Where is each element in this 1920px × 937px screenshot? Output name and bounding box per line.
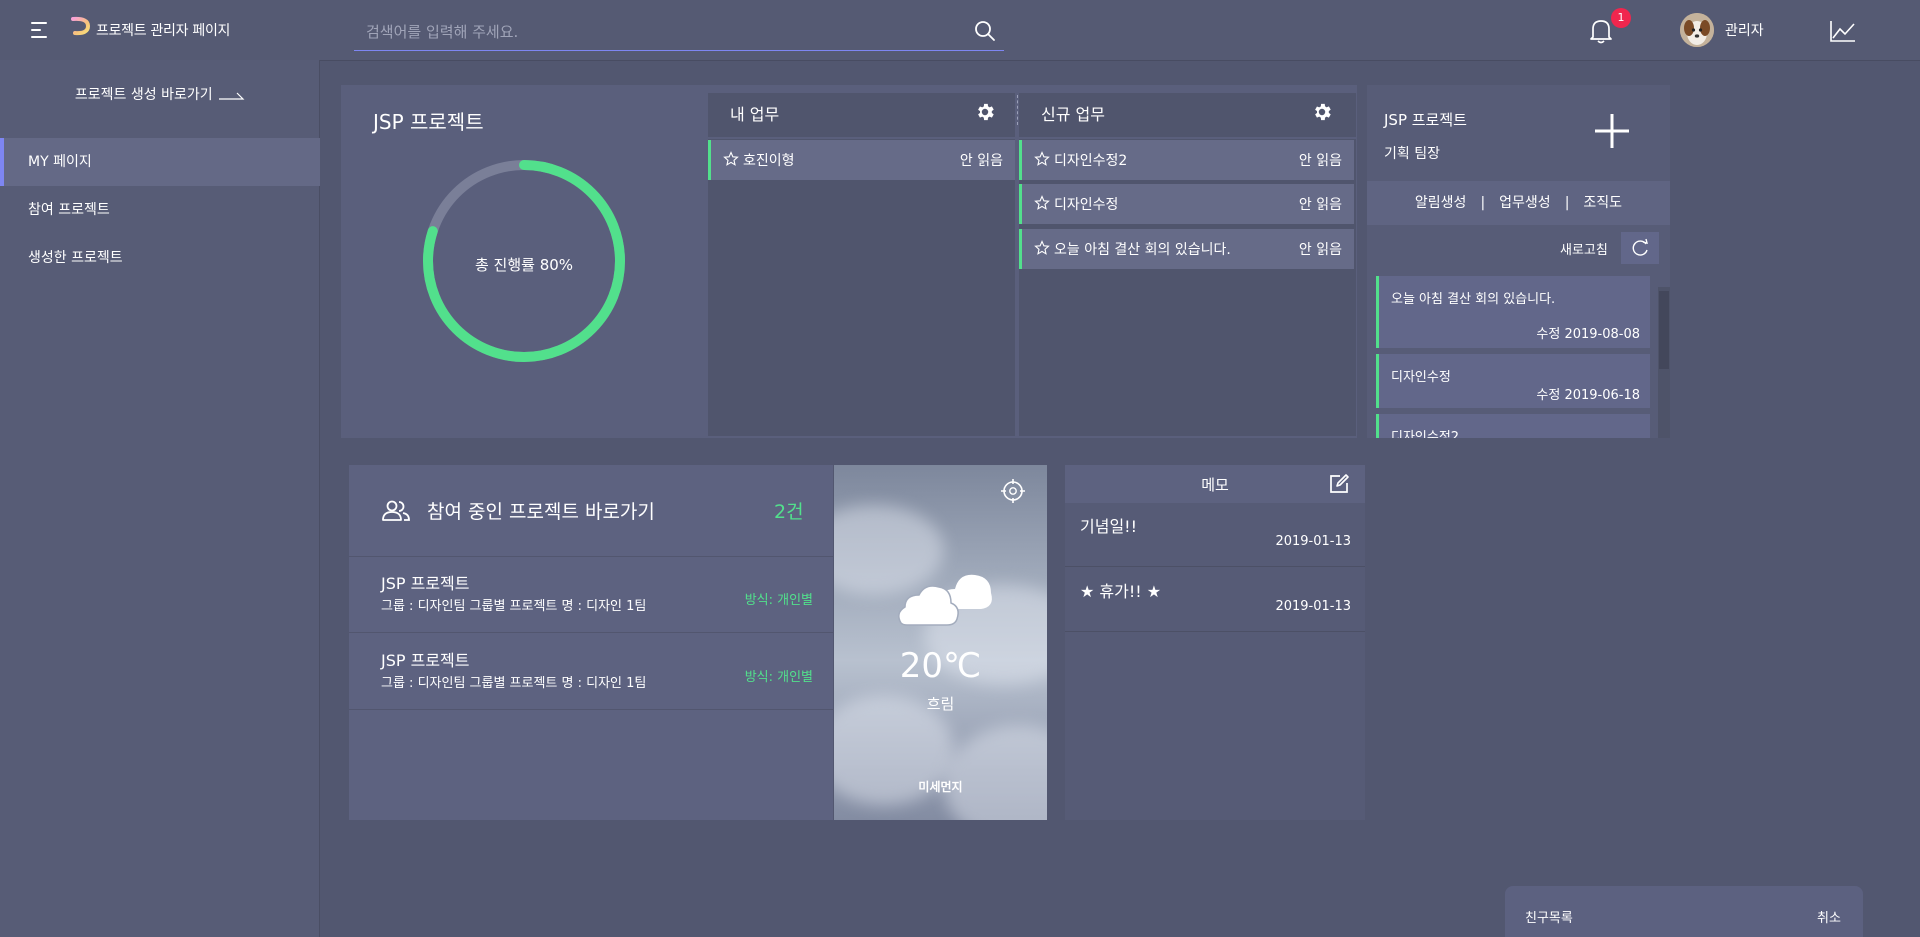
weather-condition: 흐림: [926, 695, 955, 713]
location-icon[interactable]: [1000, 478, 1026, 504]
task-name: 오늘 아침 결산 회의 있습니다.: [1054, 242, 1231, 258]
quick-create-link[interactable]: 프로젝트 생성 바로가기: [0, 84, 320, 104]
divider: [349, 632, 833, 633]
new-work-title: 신규 업무: [1041, 105, 1105, 124]
notice-text: 디자인수정: [1391, 370, 1451, 385]
add-icon[interactable]: [1594, 113, 1630, 149]
logo-icon[interactable]: [70, 15, 92, 45]
my-work-list: 호진이형 안 읽음: [708, 139, 1015, 436]
friends-title: 친구목록: [1525, 911, 1573, 926]
my-work-header: 내 업무: [708, 93, 1015, 137]
search-icon[interactable]: [974, 20, 996, 42]
task-status: 안 읽음: [959, 153, 1003, 169]
task-status: 안 읽음: [1298, 153, 1342, 169]
friends-cancel-button[interactable]: 취소: [1817, 907, 1841, 926]
project-desc: 그룹 : 디자인팀 그룹별 프로젝트 명 : 디자인 1팀: [381, 599, 647, 614]
weather-widget: [834, 465, 1047, 820]
user-name[interactable]: 관리자: [1725, 20, 1764, 40]
memo-item[interactable]: 기념일!! 2019-01-13: [1065, 503, 1365, 567]
task-item[interactable]: 호진이형 안 읽음: [708, 140, 1015, 180]
search-input[interactable]: [366, 21, 956, 43]
task-name: 호진이형: [743, 153, 795, 169]
scrollbar-thumb[interactable]: [1659, 291, 1669, 369]
sidebar-item-my-page[interactable]: MY 페이지: [0, 138, 320, 186]
refresh-button[interactable]: [1621, 232, 1659, 264]
memo-text: 기념일!!: [1080, 517, 1137, 536]
cloud-icon: [895, 567, 995, 631]
arrow-right-icon: [219, 88, 245, 100]
chart-icon[interactable]: [1829, 19, 1857, 43]
task-name: 디자인수정: [1054, 197, 1119, 213]
sidebar-item-label: MY 페이지: [28, 154, 92, 170]
notice-text: 오늘 아침 결산 회의 있습니다.: [1391, 292, 1556, 307]
task-item[interactable]: 디자인수정2 안 읽음: [1019, 140, 1354, 180]
bell-icon[interactable]: [1588, 17, 1614, 45]
memo-title: 메모: [1201, 476, 1229, 494]
org-chart-link[interactable]: 조직도: [1583, 195, 1622, 211]
task-name: 디자인수정2: [1054, 153, 1128, 169]
project-name: JSP 프로젝트: [381, 651, 470, 670]
search-bar: [354, 13, 1004, 51]
memo-item[interactable]: ★ 휴가!! ★ 2019-01-13: [1065, 568, 1365, 632]
create-notice-link[interactable]: 알림생성: [1415, 195, 1467, 211]
sidebar-item-created[interactable]: 생성한 프로젝트: [0, 234, 320, 282]
brand-title[interactable]: 프로젝트 관리자 페이지: [96, 20, 230, 40]
avatar[interactable]: [1680, 13, 1714, 47]
project-row[interactable]: JSP 프로젝트 그룹 : 디자인팀 그룹별 프로젝트 명 : 디자인 1팀 방…: [349, 557, 833, 632]
edit-icon[interactable]: [1328, 473, 1350, 495]
task-item[interactable]: 오늘 아침 결산 회의 있습니다. 안 읽음: [1019, 229, 1354, 269]
participating-title: 참여 중인 프로젝트 바로가기: [427, 501, 655, 523]
sidebar-item-label: 참여 프로젝트: [28, 202, 110, 218]
gear-icon[interactable]: [974, 101, 996, 123]
temperature: 20℃: [899, 646, 982, 686]
divider: [349, 709, 833, 710]
project-mode: 방식: 개인별: [744, 593, 813, 608]
my-work-title: 내 업무: [730, 105, 780, 124]
progress-label: 총 진행률 80%: [474, 256, 574, 274]
task-status: 안 읽음: [1298, 242, 1342, 258]
project-title: JSP 프로젝트: [373, 110, 484, 134]
sidebar-item-participating[interactable]: 참여 프로젝트: [0, 186, 320, 234]
create-task-link[interactable]: 업무생성: [1499, 195, 1551, 211]
refresh-icon: [1632, 238, 1648, 256]
star-icon[interactable]: [1034, 195, 1050, 211]
task-status: 안 읽음: [1298, 197, 1342, 213]
quick-create-label: 프로젝트 생성 바로가기: [74, 87, 213, 103]
memo-text: ★ 휴가!! ★: [1080, 582, 1162, 601]
memo-date: 2019-01-13: [1275, 534, 1351, 549]
project-desc: 그룹 : 디자인팀 그룹별 프로젝트 명 : 디자인 1팀: [381, 676, 647, 691]
side-role: 기획 팀장: [1384, 146, 1440, 162]
side-project-title: JSP 프로젝트: [1384, 111, 1467, 129]
refresh-label: 새로고침: [1560, 243, 1608, 258]
menu-icon[interactable]: [31, 22, 49, 38]
fine-dust-label[interactable]: 미세먼지: [834, 778, 1047, 795]
sidebar-item-label: 생성한 프로젝트: [28, 250, 123, 266]
notice-date: 수정 2019-06-18: [1536, 388, 1640, 403]
project-row[interactable]: JSP 프로젝트 그룹 : 디자인팀 그룹별 프로젝트 명 : 디자인 1팀 방…: [349, 634, 833, 709]
project-name: JSP 프로젝트: [381, 574, 470, 593]
task-item[interactable]: 디자인수정 안 읽음: [1019, 184, 1354, 224]
new-work-header: 신규 업무: [1019, 93, 1356, 137]
notice-item[interactable]: 디자인수정 수정 2019-06-18: [1376, 354, 1650, 408]
project-mode: 방식: 개인별: [744, 670, 813, 685]
memo-date: 2019-01-13: [1275, 599, 1351, 614]
users-icon: [382, 500, 410, 522]
notice-date: 수정 2019-08-08: [1536, 327, 1640, 342]
star-icon[interactable]: [1034, 151, 1050, 167]
star-icon[interactable]: [723, 151, 739, 167]
star-icon[interactable]: [1034, 240, 1050, 256]
link-separator: |: [1564, 195, 1570, 211]
gear-icon[interactable]: [1311, 101, 1333, 123]
participating-count: 2건: [774, 501, 804, 523]
notification-badge[interactable]: 1: [1611, 8, 1631, 28]
notice-item[interactable]: 디자인수정2: [1376, 414, 1650, 438]
column-divider: [1017, 95, 1018, 125]
notice-text: 디자인수정2: [1391, 430, 1460, 438]
link-separator: |: [1480, 195, 1486, 211]
new-work-list: 디자인수정2 안 읽음 디자인수정 안 읽음 오늘 아침 결산 회의 있습니다.…: [1019, 139, 1356, 436]
side-links: 알림생성 | 업무생성 | 조직도: [1367, 181, 1670, 225]
notice-item[interactable]: 오늘 아침 결산 회의 있습니다. 수정 2019-08-08: [1376, 276, 1650, 348]
